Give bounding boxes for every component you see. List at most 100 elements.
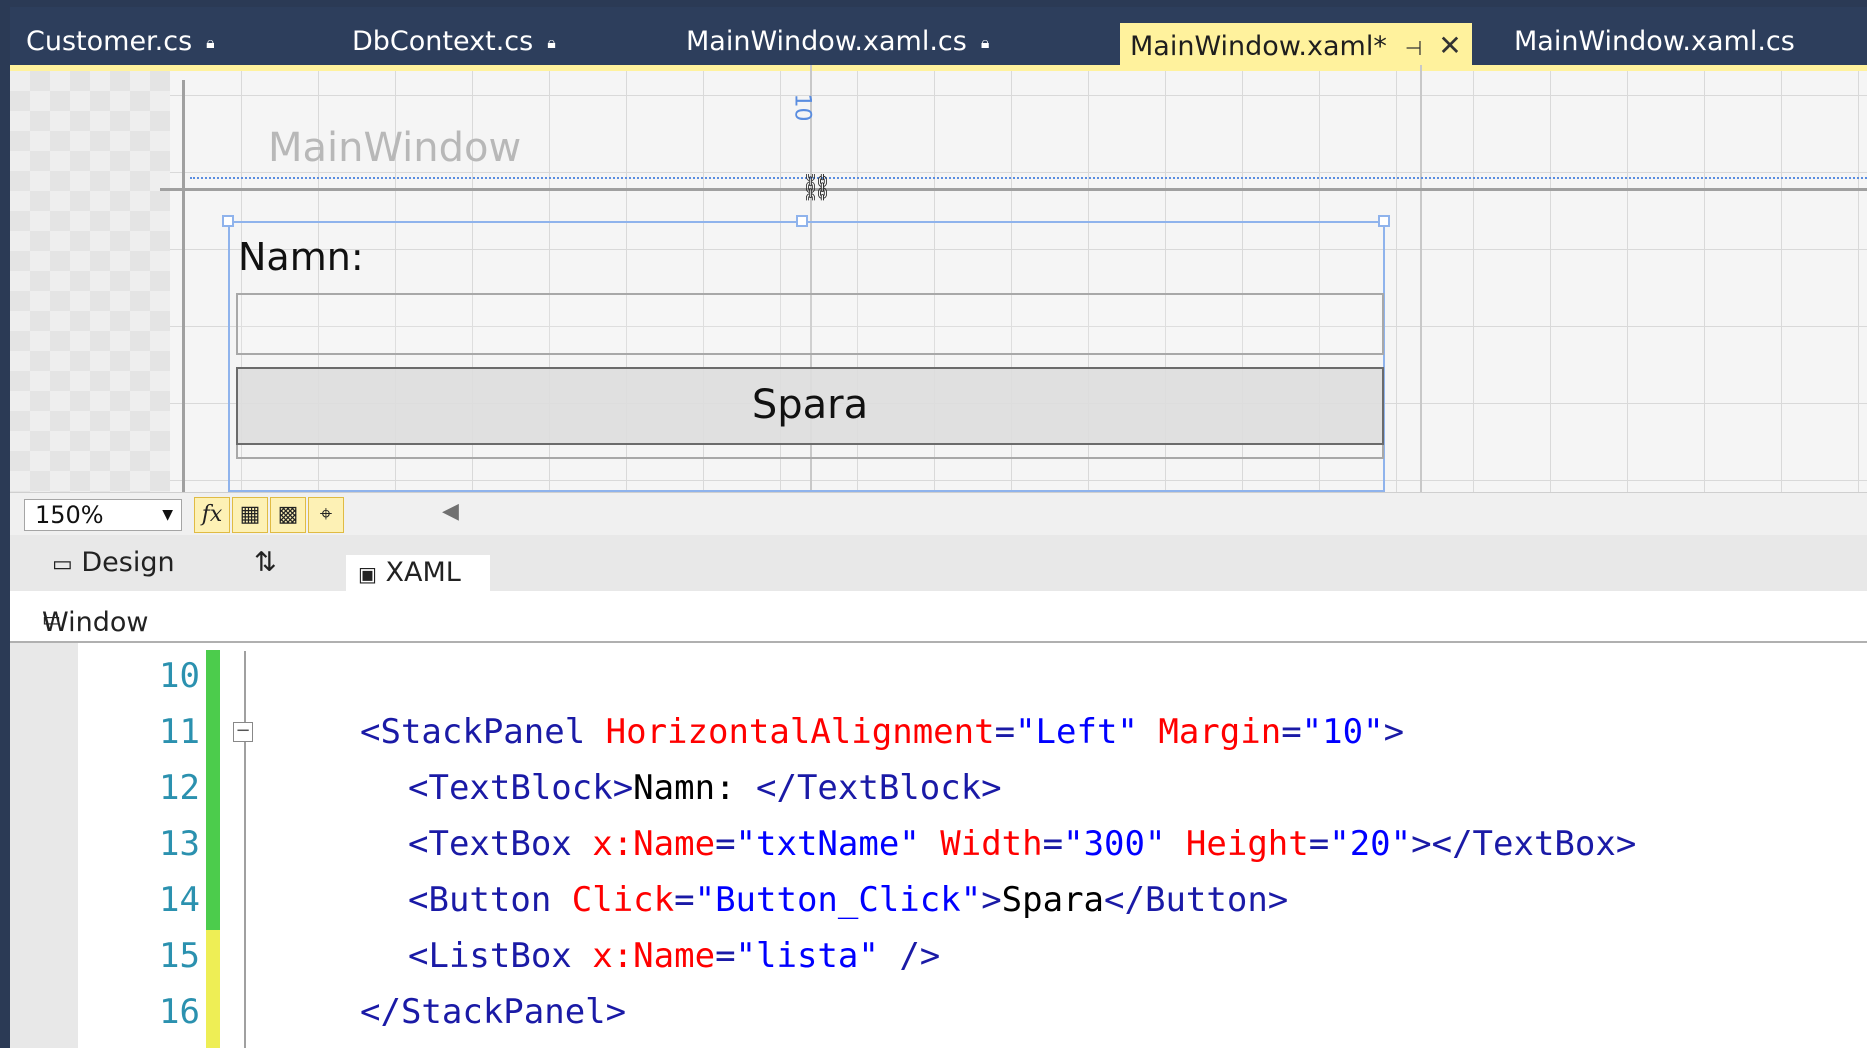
line-number: 14 [159,880,200,920]
code-token: <TextBox [408,824,572,864]
designer-textblock[interactable]: Namn: [238,235,364,279]
resize-handle[interactable] [222,215,234,227]
line-number: 11 [159,712,200,752]
code-token: Width [919,824,1043,864]
line-number: 15 [159,936,200,976]
code-token: Margin [1137,712,1282,752]
code-line-14[interactable]: <Button Click="Button_Click">Spara</Butt… [408,880,1288,920]
code-token: ></TextBox> [1411,824,1637,864]
designer-textbox[interactable] [236,293,1384,355]
grid-toggle-icon[interactable]: ▦ [232,497,268,533]
pin-icon[interactable]: ⊣ [1405,36,1422,60]
zoom-value: 150% [35,501,104,529]
tab-label: MainWindow.xaml.cs [1514,26,1795,57]
collapse-icon[interactable]: − [233,722,253,742]
tab-design-label: Design [81,547,175,578]
tab-mainwindow-xaml-cs[interactable]: MainWindow.xaml.cs [1514,19,1795,65]
margin-link-icon[interactable]: ⛓ [800,173,833,203]
code-token: "lista" [735,936,879,976]
window-frame-left [0,0,10,1048]
swap-panes-button[interactable]: ⇅ [254,547,277,578]
code-token: = [715,936,736,976]
chevron-down-icon: ▼ [162,507,173,523]
tab-label: MainWindow.xaml* [1130,31,1387,62]
snap-gridlines-icon[interactable]: ⌖ [308,497,344,533]
scroll-left-icon[interactable]: ◀ [442,499,459,524]
code-token: Click [551,880,675,920]
change-marker-unsaved [206,930,220,1048]
tab-label: Customer.cs [26,26,193,57]
resize-handle[interactable] [1378,215,1390,227]
designer-window-title: MainWindow [268,125,522,171]
code-token: "Left" [1015,712,1138,752]
breadcrumb-label: Window [42,607,149,638]
window-left-edge [182,80,185,492]
document-tab-strip: Customer.cs 🔒︎ DbContext.cs 🔒︎ MainWindow.… [10,7,1867,69]
code-token: = [674,880,695,920]
code-token: <StackPanel [360,712,586,752]
code-token: > [981,880,1002,920]
breadcrumb[interactable]: ▭ Window [10,591,1867,643]
code-token: = [1281,712,1302,752]
code-token: <Button [408,880,552,920]
code-token: </StackPanel> [360,992,627,1032]
code-token: = [1042,824,1064,864]
window-frame-top [0,0,1867,7]
code-token: Spara [1001,880,1105,920]
code-token: "10" [1301,712,1384,752]
line-number: 10 [159,656,200,696]
view-switch-bar: ▭ Design ⇅ ▣ XAML [10,535,1867,591]
code-line-12[interactable]: <TextBlock>Namn: </TextBlock> [408,768,1002,808]
code-token: </Button> [1104,880,1289,920]
code-token: <ListBox [408,936,572,976]
grid-line [1420,65,1422,492]
designer-button-spara[interactable]: Spara [236,367,1384,445]
line-number: 13 [159,824,200,864]
code-token: = [994,712,1016,752]
xaml-designer-canvas[interactable]: MainWindow 10 ⛓ Namn: Spara [10,65,1867,492]
margin-value-label: 10 [789,93,815,122]
tab-dbcontext-cs[interactable]: DbContext.cs 🔒︎ [352,19,556,65]
code-line-15[interactable]: <ListBox x:Name="lista" /> [408,936,940,976]
lock-icon: 🔒︎ [980,32,990,52]
close-icon[interactable]: ✕ [1438,29,1461,62]
code-token: Height [1165,824,1309,864]
designer-top-bar [10,65,1867,71]
window-titlebar-edge [160,188,1867,191]
change-marker-saved [206,650,220,930]
code-token: "txtName" [735,824,920,864]
tab-mainwindow-xaml-cs-locked[interactable]: MainWindow.xaml.cs 🔒︎ [686,19,989,65]
fx-toggle-button[interactable]: fx [194,497,230,533]
tab-xaml-label: XAML [385,557,461,588]
designer-listbox[interactable] [236,445,1384,459]
code-token: > [1383,712,1405,752]
margin-guide-line [190,177,1867,179]
code-token: Namn: [633,768,756,808]
code-token: = [1308,824,1330,864]
line-number: 16 [159,992,200,1032]
code-token: x:Name [571,936,716,976]
tab-design[interactable]: ▭ Design [52,547,175,578]
code-token: /> [878,936,941,976]
zoom-dropdown[interactable]: 150% ▼ [24,499,182,531]
tab-customer-cs[interactable]: Customer.cs 🔒︎ [26,19,215,65]
code-token: </TextBlock> [756,768,1002,808]
tab-label: MainWindow.xaml.cs [686,26,967,57]
line-number: 12 [159,768,200,808]
code-token: HorizontalAlignment [585,712,995,752]
code-line-11[interactable]: <StackPanel HorizontalAlignment="Left" M… [360,712,1404,752]
lock-icon: 🔒︎ [206,32,215,52]
code-token: "Button_Click" [694,880,982,920]
code-line-16[interactable]: </StackPanel> [360,992,626,1032]
tab-mainwindow-xaml-active[interactable]: MainWindow.xaml* ⊣ ✕ [1120,23,1472,69]
editor-margin [10,643,78,1048]
code-token: "20" [1329,824,1412,864]
code-token: = [715,824,736,864]
code-token: x:Name [571,824,716,864]
code-token: <TextBlock> [408,768,634,808]
tab-xaml[interactable]: ▣ XAML [346,555,490,591]
code-line-13[interactable]: <TextBox x:Name="txtName" Width="300" He… [408,824,1636,864]
resize-handle[interactable] [796,215,808,227]
outline-fold-line [244,651,246,1048]
artboard-background-icon[interactable]: ▩ [270,497,306,533]
